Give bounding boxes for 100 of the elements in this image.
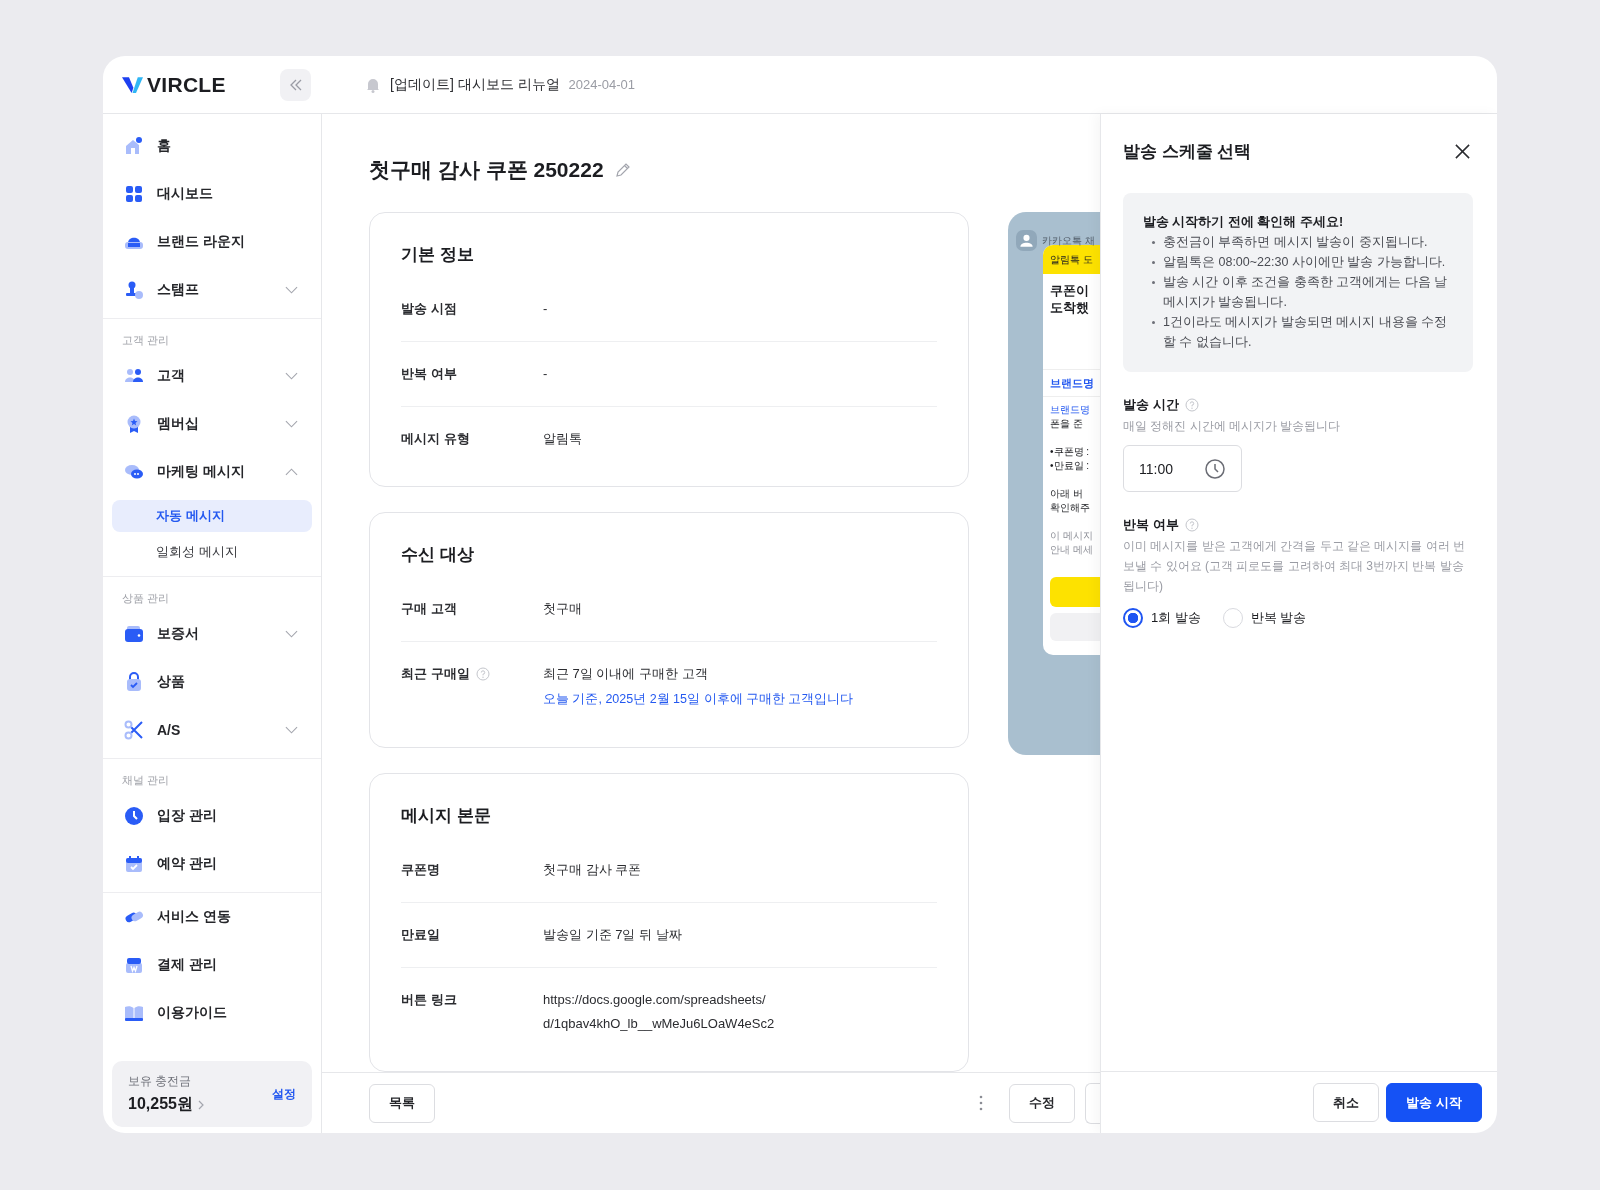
collapse-button[interactable] [280,68,311,101]
section-label: 상품 관리 [121,591,171,606]
field-description: 매일 정해진 시간에 메시지가 발송됩니다 [1123,418,1342,435]
nav-item[interactable]: A/S [112,706,312,754]
field-label: 발송 시간 [1123,396,1179,414]
clock-icon[interactable] [1204,457,1226,480]
field-value: - [543,300,548,318]
notice-date: 2024-04-01 [568,77,636,92]
nav-item[interactable]: 결제 관리 [112,941,312,989]
store-icon [124,955,144,975]
logo-icon [122,75,143,94]
nav-item[interactable]: 서비스 연동 [112,893,312,941]
field-value: d/1qbav4khO_lb__wMeJu6LOaW4eSc2 [543,1015,775,1033]
field-label: 구매 고객 [401,600,457,618]
info-title: 발송 시작하기 전에 확인해 주세요! [1143,214,1345,231]
nav-item[interactable]: 스탬프 [112,266,312,314]
more-icon[interactable] [979,1095,983,1111]
close-icon[interactable] [1454,142,1471,160]
nav-item[interactable]: 이용가이드 [112,989,312,1037]
nav-item[interactable]: 상품 [112,658,312,706]
notice-text[interactable]: [업데이트] 대시보드 리뉴얼 [390,75,560,94]
sub-nav-item[interactable]: 자동 메시지 [112,500,312,532]
headline-text: 도착했 [1050,300,1090,317]
field-label: 쿠폰명 [401,861,440,879]
field-value: 첫구매 [543,600,582,618]
field-value: 알림톡 [543,430,582,448]
nav-item[interactable]: 보증서 [112,610,312,658]
edit-button[interactable]: 수정 [1009,1083,1075,1123]
section-label: 고객 관리 [121,333,171,348]
button[interactable] [1085,1082,1100,1124]
info-text: 1건이라도 메시지가 발송되면 메시지 내용을 수정할 수 없습니다. [1163,314,1449,351]
list-button[interactable]: 목록 [369,1083,435,1123]
chevron-down-icon[interactable] [285,286,298,294]
chevron-down-icon[interactable] [285,726,298,734]
field-description: 이미 메시지를 받은 고객에게 간격을 두고 같은 메시지를 여러 번 보낼 수 있어요 (고객 피로도를 고려하여 최대 3번까지 반복 발송됩니다) [1123,538,1466,595]
balance-amount: 10,255원 [128,1094,193,1114]
help-icon[interactable] [475,667,490,681]
message-line: 이 메시지 [1050,529,1094,543]
house-icon [124,136,144,156]
cancel-button[interactable]: 취소 [1313,1083,1380,1122]
nav-item[interactable]: 대시보드 [112,170,312,218]
clock-icon [124,806,144,826]
section-label: 채널 관리 [121,773,171,788]
sub-nav-item[interactable]: 일회성 메시지 [112,536,312,568]
field-value: https://docs.google.com/spreadsheets/ [543,991,767,1009]
time-field[interactable]: 11:00 [1123,445,1242,492]
message-line: 확인해주 [1050,501,1091,515]
stamp-icon [124,280,144,300]
field-label: 버튼 링크 [401,991,457,1009]
field-note: 오늘 기준, 2025년 2월 15일 이후에 구매한 고객입니다 [543,691,854,708]
card-title: 수신 대상 [401,544,475,566]
settings-link[interactable]: 설정 [272,1085,296,1103]
nav-item[interactable]: 고객 [112,352,312,400]
field-label: 발송 시점 [401,300,457,318]
chevron-right-icon[interactable] [197,1099,204,1110]
nav-item[interactable]: 마케팅 메시지 [112,448,312,496]
help-icon[interactable] [1184,398,1199,412]
double-chevron-left-icon [288,77,303,92]
message-line: •만료일 : [1050,459,1091,473]
brand-name: VIRCLE [147,72,226,97]
radio-button[interactable] [1123,608,1143,628]
bell-icon [365,76,381,93]
message-line: 안내 메세 [1050,543,1094,557]
start-button[interactable]: 발송 시작 [1386,1083,1482,1122]
card-title: 메시지 본문 [401,805,492,827]
field-value: 최근 7일 이내에 구매한 고객 [543,665,709,683]
nav-item[interactable]: 예약 관리 [112,840,312,888]
info-text: 충전금이 부족하면 메시지 발송이 중지됩니다. [1163,234,1428,251]
chevron-down-icon[interactable] [285,630,298,638]
scissors-icon [124,720,144,740]
field-value: 첫구매 감사 쿠폰 [543,861,642,879]
radio-label[interactable]: 반복 발송 [1250,609,1307,627]
wallet-icon [124,624,144,644]
nav-item[interactable]: 홈 [112,122,312,170]
nav-item[interactable]: 브랜드 라운지 [112,218,312,266]
nav-item[interactable]: 멤버십 [112,400,312,448]
message-line: 폰을 준 [1050,417,1084,431]
chevron-down-icon[interactable] [285,372,298,380]
field-label: 반복 여부 [1123,516,1179,534]
bubble-header: 알림톡 도 [1043,245,1100,274]
info-text: 발송 시간 이후 조건을 충족한 고객에게는 다음 날 메시지가 발송됩니다. [1163,274,1449,311]
headline-text: 쿠폰이 [1050,283,1090,300]
field-label: 반복 여부 [401,365,457,383]
bullet-icon [1152,321,1155,324]
shopping-bag-icon [124,672,144,692]
card-title: 기본 정보 [401,244,475,266]
info-text: 알림톡은 08:00~22:30 사이에만 발송 가능합니다. [1163,254,1446,271]
bullet-icon [1152,281,1155,284]
message-line: •쿠폰명 : [1050,445,1091,459]
field-label: 만료일 [401,926,440,944]
radio-label[interactable]: 1회 발송 [1151,609,1201,627]
chevron-down-icon[interactable] [285,420,298,428]
edit-icon[interactable] [613,161,632,179]
chevron-up-icon[interactable] [285,468,298,476]
bullet-icon [1152,261,1155,264]
book-icon [124,1003,144,1023]
nav-item[interactable]: 입장 관리 [112,792,312,840]
field-value: 발송일 기준 7일 뒤 날짜 [543,926,682,944]
drawer-title: 발송 스케줄 선택 [1123,140,1252,163]
help-icon[interactable] [1184,518,1199,532]
